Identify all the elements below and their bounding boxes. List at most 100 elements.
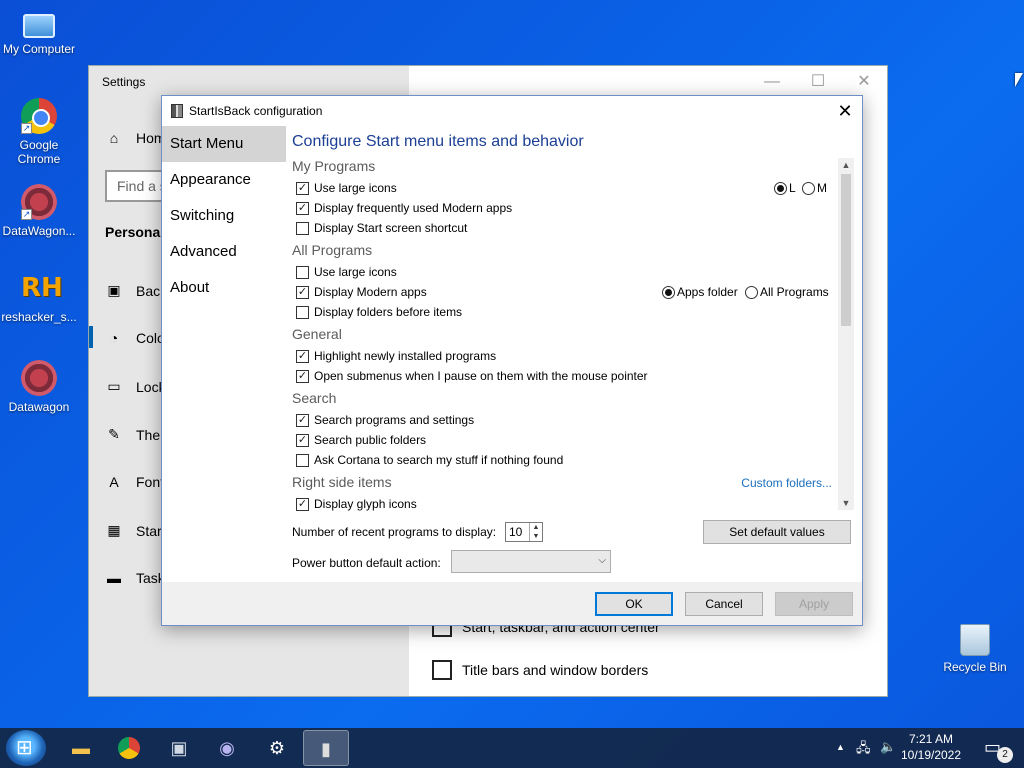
clock[interactable]: 7:21 AM 10/19/2022 xyxy=(896,731,966,763)
sidebar-item-start[interactable]: ▦ Start xyxy=(105,522,165,539)
checkbox-box[interactable] xyxy=(296,221,309,235)
startisback-icon[interactable]: ▮ xyxy=(303,730,349,766)
recent-programs-value[interactable]: 10 xyxy=(509,525,522,539)
home-icon: ⌂ xyxy=(109,130,119,146)
torrent-icon[interactable]: ◉ xyxy=(204,730,250,766)
scroll-thumb[interactable] xyxy=(841,174,851,326)
desktop-icon-recycle-bin[interactable]: Recycle Bin xyxy=(936,624,1014,674)
monitor-app-icon[interactable]: ▣ xyxy=(156,730,202,766)
desktop-icon-label: Datawagon xyxy=(8,400,70,414)
radio-button[interactable] xyxy=(745,285,758,299)
chevron-down-icon[interactable]: ⌵ xyxy=(598,555,606,566)
network-icon[interactable]: 🖧 xyxy=(856,739,871,761)
close-icon[interactable]: ✕ xyxy=(841,66,887,98)
checkbox-box[interactable] xyxy=(296,265,309,279)
ok-button[interactable]: OK xyxy=(595,592,673,616)
sidebar-item-fonts[interactable]: A Font xyxy=(105,474,164,490)
sidebar-item-lock-screen[interactable]: ▭ Lock xyxy=(105,378,165,395)
minimize-icon[interactable]: — xyxy=(749,66,795,98)
datawagon-icon xyxy=(21,360,57,396)
section-right-side: Right side items xyxy=(292,474,392,490)
radio-all-programs[interactable]: All Programs xyxy=(745,285,829,299)
radio-button[interactable] xyxy=(662,285,675,299)
chevron-up-icon[interactable]: ▲ xyxy=(836,742,845,752)
checkbox-srch-cortana[interactable]: Ask Cortana to search my stuff if nothin… xyxy=(296,453,563,467)
desktop-icon-label: Recycle Bin xyxy=(943,660,1007,674)
set-default-values-button[interactable]: Set default values xyxy=(703,520,851,544)
nav-start-menu[interactable]: Start Menu xyxy=(162,126,286,162)
notification-center-icon[interactable]: ▭ 2 xyxy=(984,737,1013,763)
checkbox-title-bars[interactable]: Title bars and window borders xyxy=(432,660,648,680)
maximize-icon[interactable]: ☐ xyxy=(795,66,841,98)
settings-gear-icon[interactable]: ⚙ xyxy=(254,730,300,766)
checkbox-box[interactable]: ✓ xyxy=(296,413,309,427)
datawagon-icon: ↗ xyxy=(21,184,57,220)
checkbox-box[interactable]: ✓ xyxy=(296,497,309,511)
desktop-icon-my-computer[interactable]: My Computer xyxy=(0,8,78,56)
image-icon: ▣ xyxy=(107,282,121,298)
checkbox-rs-glyph[interactable]: ✓ Display glyph icons xyxy=(296,497,417,511)
checkbox-box[interactable]: ✓ xyxy=(296,433,309,447)
radio-button[interactable] xyxy=(802,181,815,195)
checkbox-ap-folders-first[interactable]: Display folders before items xyxy=(296,305,462,319)
volume-icon[interactable]: 🔈 xyxy=(880,739,896,755)
sidebar-item-taskbar[interactable]: ▬ Task xyxy=(105,570,165,586)
checkbox-label: Search public folders xyxy=(314,433,427,447)
checkbox-box[interactable] xyxy=(432,660,452,680)
sidebar-item-themes[interactable]: ✎ Ther xyxy=(105,426,165,443)
radio-button[interactable] xyxy=(774,181,787,195)
radio-apps-folder[interactable]: Apps folder xyxy=(662,285,738,299)
stepper-arrows-icon[interactable]: ▲ ▼ xyxy=(529,523,542,541)
desktop-icon-chrome[interactable]: ↗ Google Chrome xyxy=(0,98,78,166)
radio-label: All Programs xyxy=(760,285,829,299)
cancel-button[interactable]: Cancel xyxy=(685,592,763,616)
checkbox-box[interactable] xyxy=(296,305,309,319)
checkbox-box[interactable]: ✓ xyxy=(296,349,309,363)
checkbox-box[interactable]: ✓ xyxy=(296,201,309,215)
radio-icon-size-m[interactable]: M xyxy=(802,181,827,195)
radio-icon-size-l[interactable]: L xyxy=(774,181,796,195)
chrome-icon[interactable] xyxy=(106,730,152,766)
dialog-content: Configure Start menu items and behavior … xyxy=(292,126,858,582)
sidebar-item-colors[interactable]: ◔ Colo xyxy=(105,330,165,346)
dialog-body: Start Menu Appearance Switching Advanced… xyxy=(162,126,862,582)
scroll-down-icon[interactable]: ▼ xyxy=(838,496,854,510)
lock-screen-icon: ▭ xyxy=(107,378,121,394)
dialog-titlebar[interactable]: StartIsBack configuration ✕ xyxy=(162,96,862,126)
options-scrollbar[interactable]: ▲ ▼ xyxy=(838,158,854,510)
power-button-select[interactable]: ⌵ xyxy=(451,550,611,573)
nav-switching[interactable]: Switching xyxy=(162,198,286,234)
checkbox-srch-programs[interactable]: ✓ Search programs and settings xyxy=(296,413,474,427)
nav-appearance[interactable]: Appearance xyxy=(162,162,286,198)
scroll-up-icon[interactable]: ▲ xyxy=(838,158,854,172)
checkbox-mp-large-icons[interactable]: ✓ Use large icons xyxy=(296,181,397,195)
nav-advanced[interactable]: Advanced xyxy=(162,234,286,270)
sidebar-item-background[interactable]: ▣ Back xyxy=(105,282,167,299)
font-icon: A xyxy=(109,474,119,490)
checkbox-gen-submenus[interactable]: ✓ Open submenus when I pause on them with… xyxy=(296,369,648,383)
checkbox-ap-large-icons[interactable]: Use large icons xyxy=(296,265,397,279)
file-explorer-icon[interactable]: ▬ xyxy=(58,730,104,766)
computer-icon xyxy=(23,14,55,38)
start-button[interactable] xyxy=(6,730,46,766)
chrome-icon: ↗ xyxy=(21,98,57,134)
checkbox-box[interactable]: ✓ xyxy=(296,181,309,195)
desktop-icon-reshacker[interactable]: RH reshacker_s... xyxy=(0,270,78,324)
desktop-icon-datawagon-shortcut[interactable]: ↗ DataWagon... xyxy=(0,184,78,238)
checkbox-box[interactable] xyxy=(296,453,309,467)
recent-programs-stepper[interactable]: 10 ▲ ▼ xyxy=(505,522,543,542)
desktop-icon-label: Google Chrome xyxy=(17,138,61,166)
checkbox-gen-highlight[interactable]: ✓ Highlight newly installed programs xyxy=(296,349,496,363)
recycle-bin-icon xyxy=(960,624,990,656)
apply-button[interactable]: Apply xyxy=(775,592,853,616)
desktop-icon-datawagon[interactable]: Datawagon xyxy=(0,360,78,414)
custom-folders-link[interactable]: Custom folders... xyxy=(741,476,832,490)
checkbox-ap-modern-apps[interactable]: ✓ Display Modern apps xyxy=(296,285,427,299)
checkbox-mp-modern-apps[interactable]: ✓ Display frequently used Modern apps xyxy=(296,201,512,215)
close-icon[interactable]: ✕ xyxy=(828,96,862,126)
checkbox-srch-public[interactable]: ✓ Search public folders xyxy=(296,433,426,447)
checkbox-mp-start-shortcut[interactable]: Display Start screen shortcut xyxy=(296,221,467,235)
checkbox-box[interactable]: ✓ xyxy=(296,285,309,299)
nav-about[interactable]: About xyxy=(162,270,286,306)
checkbox-box[interactable]: ✓ xyxy=(296,369,309,383)
